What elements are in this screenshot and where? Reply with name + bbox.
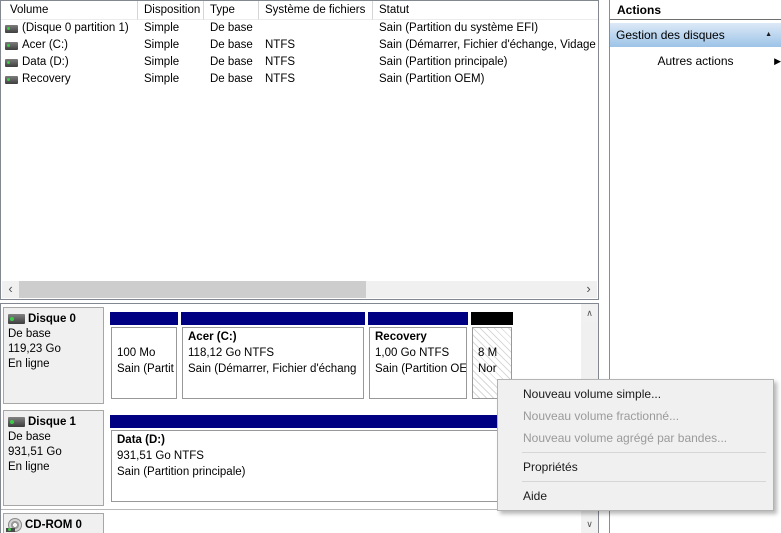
volume-status: Sain (Partition principale) xyxy=(379,56,508,68)
disk-type: De base xyxy=(8,328,51,340)
column-header-type[interactable]: Type xyxy=(204,1,259,20)
partition-color-bar xyxy=(181,312,365,325)
table-row[interactable]: Data (D:) Simple De base NTFS Sain (Part… xyxy=(1,54,598,71)
menu-item-proprietes[interactable]: Propriétés xyxy=(498,456,773,478)
menu-item-nouveau-volume-fractionne: Nouveau volume fractionné... xyxy=(523,409,680,423)
disk-label-disque0[interactable]: Disque 0 De base 119,23 Go En ligne xyxy=(3,307,104,404)
volume-name: (Disque 0 partition 1) xyxy=(22,22,129,34)
volume-filesystem: NTFS xyxy=(265,39,296,51)
menu-separator xyxy=(522,481,766,482)
disk-volume-icon xyxy=(5,41,18,50)
horizontal-scrollbar[interactable]: ‹ › xyxy=(2,281,597,298)
partition-color-bar xyxy=(471,312,513,325)
disk-size: 119,23 Go xyxy=(8,343,61,355)
menu-item-nouveau-volume-agrege: Nouveau volume agrégé par bandes... xyxy=(523,431,728,445)
disk-status: En ligne xyxy=(8,358,50,370)
partition-title xyxy=(117,329,176,345)
scrollbar-thumb[interactable] xyxy=(19,281,366,298)
menu-separator xyxy=(522,452,766,453)
scroll-up-icon[interactable]: ∧ xyxy=(581,305,598,322)
partition-color-bar xyxy=(110,312,178,325)
hdd-icon xyxy=(8,314,25,324)
volume-disposition: Simple xyxy=(144,22,180,34)
scroll-right-icon[interactable]: › xyxy=(580,281,597,298)
column-header-filesystem[interactable]: Système de fichiers xyxy=(259,1,373,20)
disk-label-cdrom0[interactable]: CD-ROM 0 xyxy=(3,513,104,533)
menu-item-nouveau-volume-simple[interactable]: Nouveau volume simple... xyxy=(498,383,773,405)
actions-item-gestion-des-disques[interactable]: Gestion des disques ▲ xyxy=(610,23,781,47)
disk-management-window: Volume Disposition Type Système de fichi… xyxy=(0,0,781,533)
partition-size: 118,12 Go NTFS xyxy=(188,347,275,359)
volume-type: De base xyxy=(210,39,253,51)
volume-disposition: Simple xyxy=(144,73,180,85)
disk-type: De base xyxy=(8,431,51,443)
scroll-left-icon[interactable]: ‹ xyxy=(2,281,19,298)
scroll-down-icon[interactable]: ∨ xyxy=(581,516,598,533)
disk-volume-icon xyxy=(5,75,18,84)
volume-disposition: Simple xyxy=(144,39,180,51)
volume-type: De base xyxy=(210,73,253,85)
disk-name: Disque 0 xyxy=(28,312,76,325)
column-header-volume[interactable]: Volume xyxy=(1,1,138,20)
disk-size: 931,51 Go xyxy=(8,446,62,458)
disk-row-disque1: Disque 1 De base 931,51 Go En ligne Data… xyxy=(1,407,581,510)
disk-row-cdrom0: CD-ROM 0 xyxy=(1,510,581,533)
cd-rom-icon xyxy=(6,518,22,532)
volume-disposition: Simple xyxy=(144,56,180,68)
partition-status: Sain (Démarrer, Fichier d'échang xyxy=(188,363,357,375)
disk-row-disque0: Disque 0 De base 119,23 Go En ligne 100 … xyxy=(1,304,581,408)
partition-acer-c[interactable]: Acer (C:) 118,12 Go NTFS Sain (Démarrer,… xyxy=(181,310,365,401)
hdd-icon xyxy=(8,417,25,427)
disk-label-disque1[interactable]: Disque 1 De base 931,51 Go En ligne xyxy=(3,410,104,506)
context-menu: Nouveau volume simple... Nouveau volume … xyxy=(497,379,774,511)
volume-name: Recovery xyxy=(22,73,71,85)
partition-efi[interactable]: 100 Mo Sain (Partit xyxy=(110,310,178,401)
volume-table-header: Volume Disposition Type Système de fichi… xyxy=(1,1,598,20)
column-header-disposition[interactable]: Disposition xyxy=(138,1,204,20)
partition-title xyxy=(478,329,511,345)
volume-filesystem: NTFS xyxy=(265,73,296,85)
partition-recovery[interactable]: Recovery 1,00 Go NTFS Sain (Partition OE xyxy=(368,310,468,401)
disk-volume-icon xyxy=(5,58,18,67)
partition-status: Nor xyxy=(478,363,497,375)
disk-name: CD-ROM 0 xyxy=(25,518,82,531)
volume-type: De base xyxy=(210,56,253,68)
disk-status: En ligne xyxy=(8,461,50,473)
partition-title: Acer (C:) xyxy=(188,331,237,343)
collapse-icon[interactable]: ▲ xyxy=(765,31,772,38)
actions-item-label: Gestion des disques xyxy=(616,28,725,42)
volume-status: Sain (Partition OEM) xyxy=(379,73,485,85)
table-row[interactable]: Acer (C:) Simple De base NTFS Sain (Déma… xyxy=(1,37,598,54)
volume-list-pane: Volume Disposition Type Système de fichi… xyxy=(0,0,599,300)
disk-volume-icon xyxy=(5,24,18,33)
table-row[interactable]: (Disque 0 partition 1) Simple De base Sa… xyxy=(1,20,598,37)
table-row[interactable]: Recovery Simple De base NTFS Sain (Parti… xyxy=(1,71,598,88)
actions-item-label: Autres actions xyxy=(657,54,734,68)
column-header-status[interactable]: Statut xyxy=(373,1,598,20)
partition-title: Recovery xyxy=(375,331,427,343)
submenu-arrow-icon: ▶ xyxy=(774,56,781,66)
partition-size: 1,00 Go NTFS xyxy=(375,347,450,359)
partition-status: Sain (Partit xyxy=(117,363,174,375)
disk-name: Disque 1 xyxy=(28,415,76,428)
partition-status: Sain (Partition OE xyxy=(375,363,467,375)
volume-name: Acer (C:) xyxy=(22,39,68,51)
volume-name: Data (D:) xyxy=(22,56,69,68)
partition-color-bar xyxy=(368,312,468,325)
volume-filesystem xyxy=(259,20,373,37)
volume-type: De base xyxy=(210,22,253,34)
actions-item-autres-actions[interactable]: Autres actions ▶ xyxy=(610,51,781,71)
actions-panel-title: Actions xyxy=(610,0,781,20)
partition-size: 8 M xyxy=(478,347,498,359)
menu-item-aide[interactable]: Aide xyxy=(498,485,773,507)
partition-size: 100 Mo xyxy=(117,347,156,359)
volume-status: Sain (Démarrer, Fichier d'échange, Vidag… xyxy=(379,39,596,51)
volume-filesystem: NTFS xyxy=(265,56,296,68)
volume-status: Sain (Partition du système EFI) xyxy=(379,22,539,34)
